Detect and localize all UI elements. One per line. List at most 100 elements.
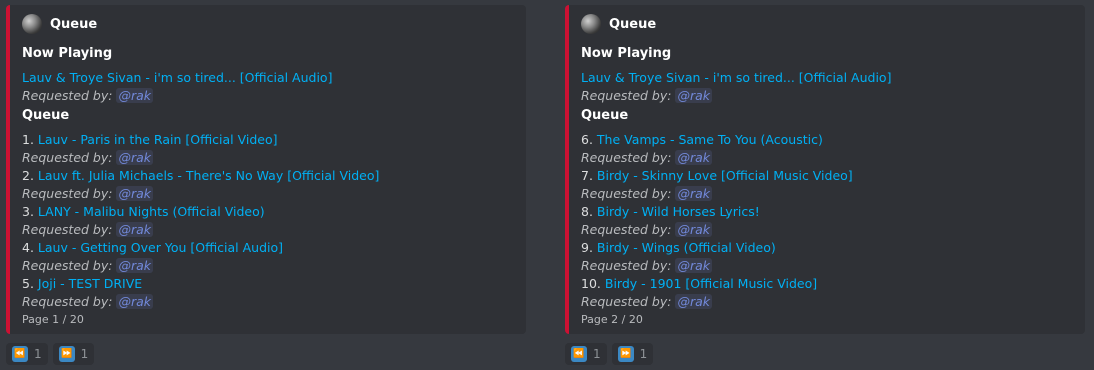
queue-item-number: 6.: [581, 132, 593, 147]
now-playing-title: Now Playing: [22, 46, 113, 61]
avatar[interactable]: [581, 14, 601, 34]
requested-by-label: Requested by:: [581, 294, 672, 309]
song-link[interactable]: Joji - TEST DRIVE: [38, 276, 142, 291]
queue-item-requested: Requested by: @rak: [22, 293, 154, 311]
requested-by-label: Requested by:: [22, 294, 113, 309]
embed-author: Queue: [22, 14, 97, 34]
avatar[interactable]: [22, 14, 42, 34]
user-mention[interactable]: @rak: [675, 150, 713, 165]
queue-item-number: 5.: [22, 276, 34, 291]
queue-item: 4. Lauv - Getting Over You [Official Aud…: [22, 239, 283, 257]
queue-item-requested: Requested by: @rak: [22, 185, 154, 203]
queue-item: 3. LANY - Malibu Nights (Official Video): [22, 203, 265, 221]
song-link[interactable]: LANY - Malibu Nights (Official Video): [38, 204, 265, 219]
song-link[interactable]: Birdy - 1901 [Official Music Video]: [605, 276, 817, 291]
requested-by-label: Requested by:: [22, 150, 113, 165]
queue-item-number: 3.: [22, 204, 34, 219]
song-link[interactable]: The Vamps - Same To You (Acoustic): [597, 132, 823, 147]
user-mention[interactable]: @rak: [116, 258, 154, 273]
queue-item: 2. Lauv ft. Julia Michaels - There's No …: [22, 167, 379, 185]
song-link[interactable]: Lauv & Troye Sivan - i'm so tired... [Of…: [22, 70, 332, 85]
rewind-icon: ⏪: [571, 346, 587, 362]
reaction-rewind[interactable]: ⏪ 1: [565, 343, 607, 365]
queue-item: 8. Birdy - Wild Horses Lyrics!: [581, 203, 760, 221]
user-mention[interactable]: @rak: [116, 150, 154, 165]
queue-item-requested: Requested by: @rak: [581, 185, 713, 203]
now-playing-song: Lauv & Troye Sivan - i'm so tired... [Of…: [22, 69, 332, 87]
queue-item-number: 9.: [581, 240, 593, 255]
song-link[interactable]: Lauv - Paris in the Rain [Official Video…: [38, 132, 278, 147]
requested-by-label: Requested by:: [581, 222, 672, 237]
now-playing-requested: Requested by: @rak: [22, 87, 154, 105]
user-mention[interactable]: @rak: [116, 88, 154, 103]
queue-item-requested: Requested by: @rak: [581, 221, 713, 239]
author-name: Queue: [609, 16, 657, 32]
requested-by-label: Requested by:: [22, 222, 113, 237]
queue-item-requested: Requested by: @rak: [22, 221, 154, 239]
user-mention[interactable]: @rak: [116, 186, 154, 201]
now-playing-requested: Requested by: @rak: [581, 87, 713, 105]
reaction-count: 1: [639, 347, 648, 361]
song-link[interactable]: Lauv - Getting Over You [Official Audio]: [38, 240, 283, 255]
author-name: Queue: [50, 16, 98, 32]
page-indicator: Page 1 / 20: [22, 313, 84, 326]
now-playing-title: Now Playing: [581, 46, 672, 61]
queue-item-number: 8.: [581, 204, 593, 219]
requested-by-label: Requested by:: [581, 186, 672, 201]
queue-item-number: 10.: [581, 276, 601, 291]
reaction-rewind[interactable]: ⏪ 1: [6, 343, 48, 365]
queue-item: 5. Joji - TEST DRIVE: [22, 275, 142, 293]
song-link[interactable]: Birdy - Skinny Love [Official Music Vide…: [597, 168, 853, 183]
queue-embed: Queue Now Playing Lauv & Troye Sivan - i…: [6, 5, 526, 334]
requested-by-label: Requested by:: [581, 150, 672, 165]
requested-by-label: Requested by:: [22, 258, 113, 273]
queue-item-requested: Requested by: @rak: [581, 149, 713, 167]
fast-forward-icon: ⏩: [617, 346, 634, 362]
song-link[interactable]: Birdy - Wings (Official Video): [597, 240, 776, 255]
queue-title: Queue: [22, 108, 70, 123]
queue-item: 1. Lauv - Paris in the Rain [Official Vi…: [22, 131, 278, 149]
queue-item: 10. Birdy - 1901 [Official Music Video]: [581, 275, 817, 293]
reaction-count: 1: [593, 347, 601, 361]
song-link[interactable]: Lauv ft. Julia Michaels - There's No Way…: [38, 168, 379, 183]
user-mention[interactable]: @rak: [675, 294, 713, 309]
queue-item-number: 7.: [581, 168, 593, 183]
user-mention[interactable]: @rak: [116, 222, 154, 237]
queue-message-page-1: Queue Now Playing Lauv & Troye Sivan - i…: [0, 0, 527, 370]
user-mention[interactable]: @rak: [675, 186, 713, 201]
queue-title: Queue: [581, 108, 629, 123]
user-mention[interactable]: @rak: [675, 88, 713, 103]
reaction-bar: ⏪ 1 ⏩ 1: [6, 343, 99, 365]
reaction-fast-forward[interactable]: ⏩ 1: [611, 343, 654, 365]
queue-item: 7. Birdy - Skinny Love [Official Music V…: [581, 167, 853, 185]
page-indicator: Page 2 / 20: [581, 313, 643, 326]
song-link[interactable]: Lauv & Troye Sivan - i'm so tired... [Of…: [581, 70, 891, 85]
reaction-fast-forward[interactable]: ⏩ 1: [52, 343, 95, 365]
fast-forward-icon: ⏩: [58, 346, 75, 362]
user-mention[interactable]: @rak: [675, 258, 713, 273]
reaction-bar: ⏪ 1 ⏩ 1: [565, 343, 658, 365]
queue-item: 9. Birdy - Wings (Official Video): [581, 239, 776, 257]
queue-item-requested: Requested by: @rak: [22, 149, 154, 167]
reaction-count: 1: [80, 347, 89, 361]
requested-by-label: Requested by:: [22, 186, 113, 201]
requested-by-label: Requested by:: [581, 88, 672, 103]
rewind-icon: ⏪: [12, 346, 28, 362]
requested-by-label: Requested by:: [581, 258, 672, 273]
queue-item-number: 4.: [22, 240, 34, 255]
reaction-count: 1: [34, 347, 42, 361]
queue-item-requested: Requested by: @rak: [581, 257, 713, 275]
user-mention[interactable]: @rak: [675, 222, 713, 237]
queue-item-requested: Requested by: @rak: [581, 293, 713, 311]
queue-item-number: 1.: [22, 132, 34, 147]
now-playing-song: Lauv & Troye Sivan - i'm so tired... [Of…: [581, 69, 891, 87]
queue-item-requested: Requested by: @rak: [22, 257, 154, 275]
song-link[interactable]: Birdy - Wild Horses Lyrics!: [597, 204, 760, 219]
embed-author: Queue: [581, 14, 656, 34]
user-mention[interactable]: @rak: [116, 294, 154, 309]
queue-embed: Queue Now Playing Lauv & Troye Sivan - i…: [565, 5, 1085, 334]
queue-message-page-2: Queue Now Playing Lauv & Troye Sivan - i…: [559, 0, 1086, 370]
queue-item: 6. The Vamps - Same To You (Acoustic): [581, 131, 823, 149]
requested-by-label: Requested by:: [22, 88, 113, 103]
queue-item-number: 2.: [22, 168, 34, 183]
